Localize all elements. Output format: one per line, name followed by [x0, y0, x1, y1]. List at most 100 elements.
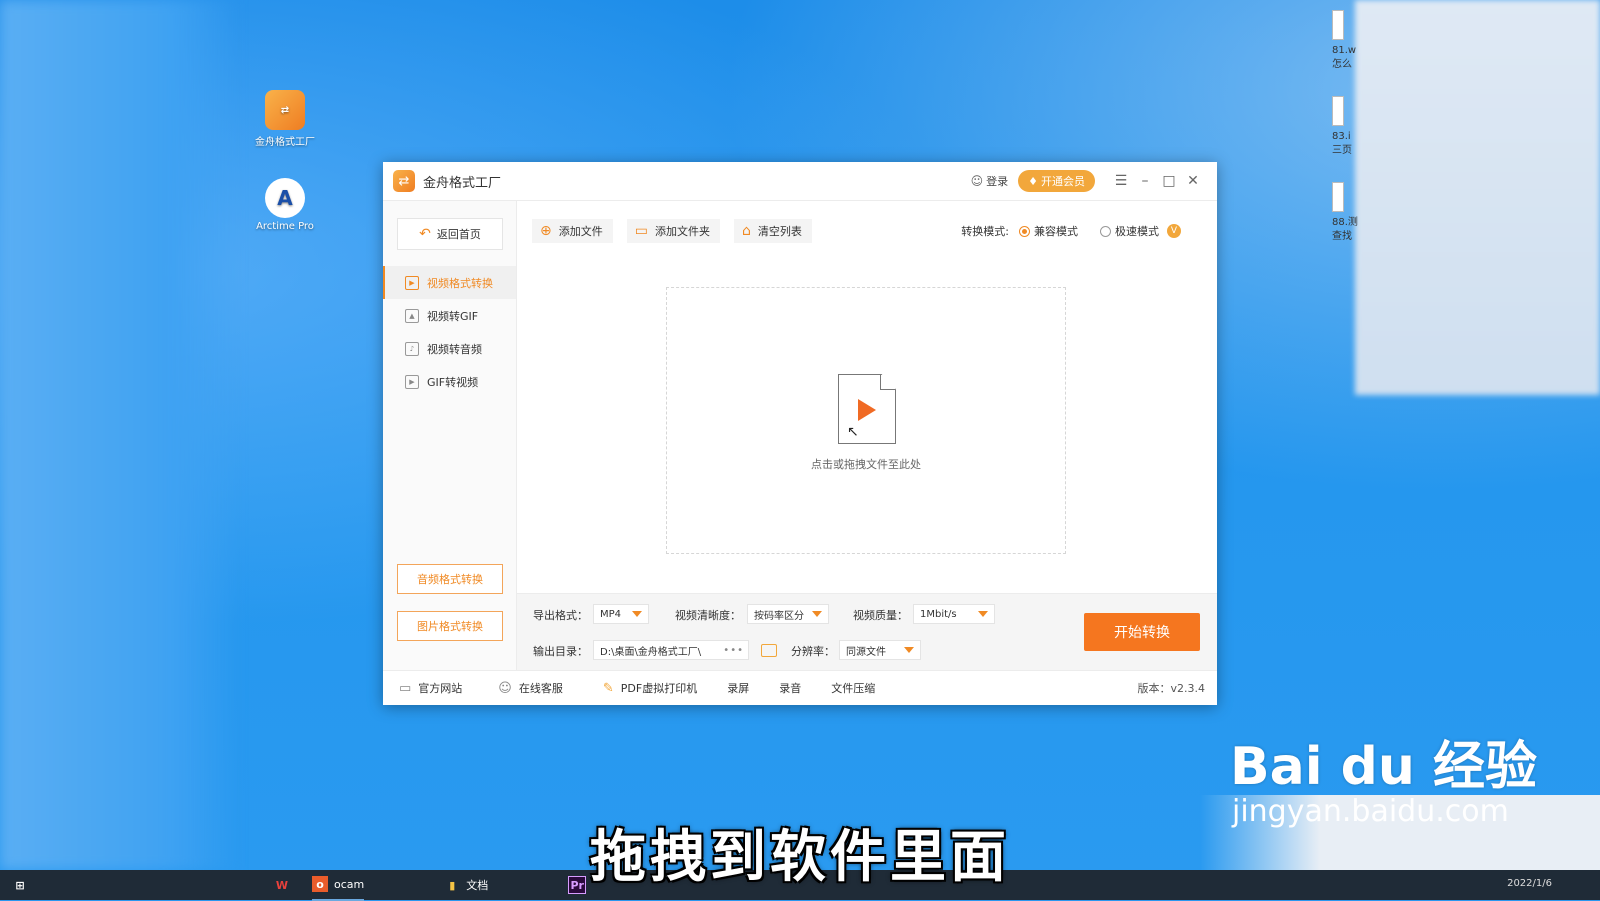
add-folder-button[interactable]: ▭ 添加文件夹 [626, 219, 720, 243]
chevron-down-icon [904, 647, 914, 653]
play-icon [858, 399, 876, 421]
converter-app-icon: ⇄ [265, 90, 305, 130]
folder-icon: ▭ [634, 223, 648, 239]
quality-value: 1Mbit/s [920, 608, 957, 620]
clarity-label: 视频清晰度： [675, 609, 741, 622]
add-file-button[interactable]: ⊕ 添加文件 [532, 219, 613, 243]
clarity-select[interactable]: 按码率区分 [747, 604, 829, 624]
chevron-down-icon [632, 611, 642, 617]
drop-hint: 点击或拖拽文件至此处 [811, 458, 921, 471]
format-value: MP4 [600, 608, 622, 620]
blurred-desktop-region [0, 0, 240, 870]
resolution-select[interactable]: 同源文件 [839, 640, 921, 660]
output-dir-input[interactable]: D:\桌面\金舟格式工厂\ ••• [593, 640, 749, 660]
file-icon [1332, 96, 1344, 126]
login-label: 登录 [986, 175, 1009, 188]
image-convert-button[interactable]: 图片格式转换 [397, 611, 503, 641]
chevron-down-icon [812, 611, 822, 617]
close-icon[interactable]: ✕ [1181, 173, 1205, 189]
watermark-url: jingyan.baidu.com [1232, 794, 1509, 829]
sidebar-item-gif-to-video[interactable]: ▶ GIF转视频 [383, 365, 516, 398]
desktop-icon-converter[interactable]: ⇄ 金舟格式工厂 [245, 90, 325, 148]
resolution-label: 分辨率： [791, 645, 835, 658]
chevron-down-icon [978, 611, 988, 617]
sidebar-item-video-to-audio[interactable]: ♪ 视频转音频 [383, 332, 516, 365]
footer-label: 文件压缩 [831, 682, 876, 695]
audio-convert-button[interactable]: 音频格式转换 [397, 564, 503, 594]
back-home-button[interactable]: ↶ 返回首页 [397, 218, 503, 250]
conversion-mode: 转换模式: 兼容模式 极速模式 V [961, 219, 1181, 243]
mouse-cursor-icon: ↖ [847, 424, 859, 440]
sidebar-item-video-convert[interactable]: ▶ 视频格式转换 [383, 266, 516, 299]
start-convert-button[interactable]: 开始转换 [1084, 613, 1200, 651]
output-dir-value: D:\桌面\金舟格式工厂\ [600, 646, 702, 658]
footer-label: 录屏 [727, 682, 750, 695]
maximize-icon[interactable]: □ [1157, 173, 1181, 189]
file-fold [880, 374, 895, 390]
file-label: 83.i [1332, 131, 1351, 142]
footer-label: 官方网站 [418, 682, 463, 695]
pdf-printer-link[interactable]: ✎ PDF虚拟打印机 [603, 680, 697, 696]
baidu-watermark: Bai du 经验 jingyan.baidu.com [1230, 740, 1537, 830]
blurred-window-region [1355, 0, 1600, 395]
desktop-icon-label: 金舟格式工厂 [255, 137, 315, 148]
image-icon: ▲ [405, 308, 419, 323]
toolbar: ⊕ 添加文件 ▭ 添加文件夹 ⌂ 清空列表 [532, 219, 826, 243]
footer-label: PDF虚拟打印机 [620, 682, 698, 695]
format-select[interactable]: MP4 [593, 604, 649, 624]
compat-mode-radio[interactable] [1019, 225, 1030, 237]
online-service-link[interactable]: ☺ 在线客服 [498, 680, 563, 696]
screen-record-link[interactable]: 录屏 [727, 680, 749, 696]
fast-mode-label[interactable]: 极速模式 [1115, 223, 1159, 239]
back-home-label: 返回首页 [436, 228, 481, 241]
open-folder-icon[interactable] [761, 644, 777, 657]
add-folder-label: 添加文件夹 [654, 225, 710, 238]
video-icon: ▶ [405, 275, 419, 290]
back-arrow-icon: ↶ [419, 226, 431, 242]
file-label: 查找 [1332, 231, 1352, 242]
file-icon [1332, 182, 1344, 212]
login-button[interactable]: ☺ 登录 [971, 173, 1009, 189]
file-label: 三页 [1332, 145, 1352, 156]
compat-mode-label[interactable]: 兼容模式 [1034, 223, 1078, 239]
sidebar-item-label: GIF转视频 [427, 375, 479, 389]
desktop-file-group[interactable]: 88.测 查找 [1332, 182, 1358, 244]
minimize-icon[interactable]: – [1133, 173, 1157, 189]
official-site-link[interactable]: ▭ 官方网站 [399, 680, 462, 696]
desktop-file-group[interactable]: 81.w 怎么 [1332, 10, 1356, 72]
sidebar-item-label: 视频格式转换 [427, 276, 493, 290]
version-label: 版本：v2.3.4 [1137, 682, 1206, 695]
footer-bar: ▭ 官方网站 ☺ 在线客服 ✎ PDF虚拟打印机 录屏 录音 文件压缩 版本：v… [383, 670, 1217, 705]
user-icon: ☺ [970, 174, 984, 188]
vip-button[interactable]: ♦ 开通会员 [1018, 170, 1095, 192]
output-settings: 导出格式： MP4 视频清晰度： 按码率区分 视频质量： 1Mbit/s 输出目… [517, 593, 1217, 670]
monitor-icon: ▭ [399, 680, 412, 696]
sidebar-item-label: 视频转GIF [427, 309, 479, 323]
file-label: 81.w [1332, 45, 1357, 56]
window-title: 金舟格式工厂 [423, 175, 502, 191]
music-icon: ♪ [405, 341, 419, 356]
arctime-icon: A [265, 178, 305, 218]
audio-record-link[interactable]: 录音 [779, 680, 801, 696]
clarity-value: 按码率区分 [754, 610, 804, 622]
sidebar-nav: ▶ 视频格式转换 ▲ 视频转GIF ♪ 视频转音频 ▶ GIF转视频 [383, 266, 516, 398]
sidebar-item-video-to-gif[interactable]: ▲ 视频转GIF [383, 299, 516, 332]
drop-zone[interactable]: ↖ 点击或拖拽文件至此处 [666, 287, 1066, 554]
printer-icon: ✎ [602, 680, 614, 696]
desktop-file-group[interactable]: 83.i 三页 [1332, 96, 1352, 158]
desktop-icon-arctime[interactable]: A Arctime Pro [245, 178, 325, 232]
quality-select[interactable]: 1Mbit/s [913, 604, 995, 624]
file-label: 88.测 [1332, 217, 1358, 228]
file-label: 怎么 [1332, 59, 1352, 70]
app-window: ⇄ 金舟格式工厂 ☺ 登录 ♦ 开通会员 ☰ – □ ✕ ↶ 返回首页 ▶ 视频… [383, 162, 1217, 705]
clear-list-button[interactable]: ⌂ 清空列表 [733, 219, 812, 243]
app-logo-icon: ⇄ [393, 170, 415, 192]
plus-circle-icon: ⊕ [540, 223, 552, 239]
resolution-value: 同源文件 [846, 646, 886, 658]
browse-dots[interactable]: ••• [723, 645, 744, 656]
diamond-icon: ♦ [1028, 174, 1038, 188]
fast-mode-radio[interactable] [1100, 225, 1111, 237]
vip-badge-icon: V [1167, 224, 1181, 238]
file-compress-link[interactable]: 文件压缩 [831, 680, 875, 696]
menu-icon[interactable]: ☰ [1109, 173, 1133, 189]
